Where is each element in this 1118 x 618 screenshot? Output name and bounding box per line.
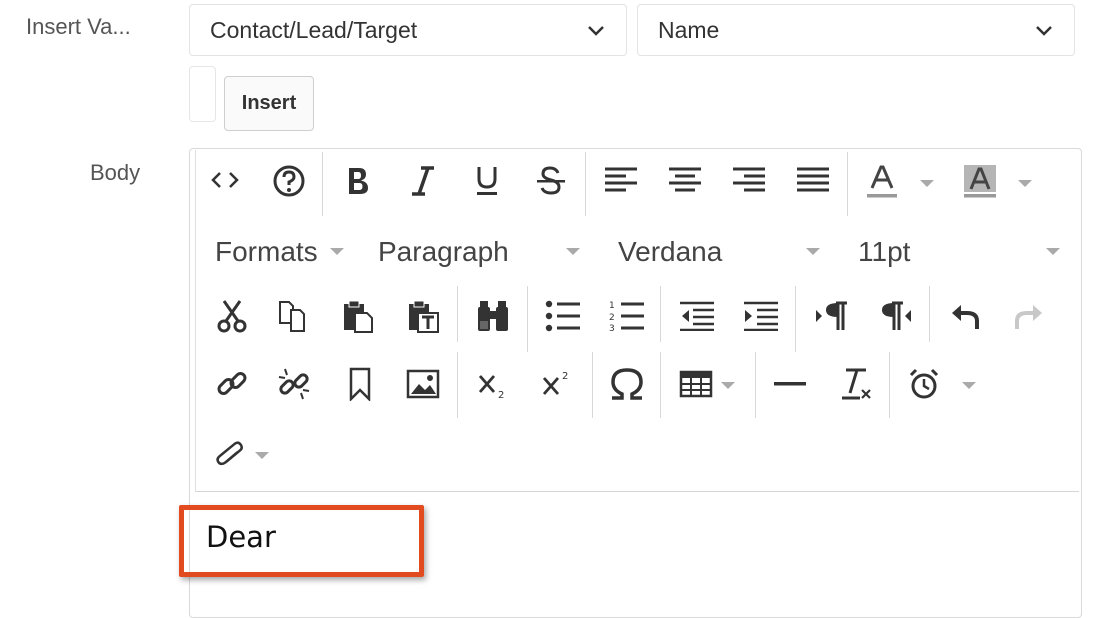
text-color-dropdown-caret[interactable] xyxy=(920,180,934,187)
numbered-list-icon[interactable]: 1 23 xyxy=(606,296,648,336)
redo-icon[interactable] xyxy=(1008,296,1050,336)
module-select[interactable]: Contact/Lead/Target xyxy=(189,4,627,56)
rtl-icon[interactable] xyxy=(874,296,916,336)
undo-icon[interactable] xyxy=(944,296,986,336)
table-icon[interactable] xyxy=(676,364,716,404)
source-code-icon[interactable] xyxy=(205,160,245,200)
link-icon[interactable] xyxy=(212,364,252,404)
paste-text-icon[interactable] xyxy=(403,296,443,336)
font-family-select[interactable]: Verdana xyxy=(618,236,722,268)
font-family-dropdown-caret[interactable] xyxy=(806,248,820,255)
toolbar-separator xyxy=(457,286,458,342)
cut-icon[interactable] xyxy=(212,296,252,336)
toolbar-separator xyxy=(847,152,848,216)
outdent-icon[interactable] xyxy=(676,296,718,336)
table-dropdown-caret[interactable] xyxy=(721,382,735,389)
highlight-annotation-box xyxy=(179,505,424,577)
insert-button[interactable]: Insert xyxy=(224,76,314,131)
toolbar-separator xyxy=(585,152,586,216)
align-center-icon[interactable] xyxy=(664,160,706,202)
toolbar-separator xyxy=(660,286,661,342)
anchor-icon[interactable] xyxy=(340,364,380,404)
remove-format-icon[interactable] xyxy=(834,364,876,404)
superscript-icon[interactable]: 2 xyxy=(536,364,578,404)
formats-dropdown-caret[interactable] xyxy=(330,248,344,255)
toolbar-separator xyxy=(755,352,756,418)
formats-menu[interactable]: Formats xyxy=(215,236,318,268)
svg-text:2: 2 xyxy=(562,371,568,382)
help-icon[interactable] xyxy=(268,160,310,202)
insert-variable-label: Insert Va... xyxy=(26,14,131,39)
svg-text:2: 2 xyxy=(498,390,504,400)
toolbar-separator xyxy=(527,286,528,352)
block-format-dropdown-caret[interactable] xyxy=(566,248,580,255)
horizontal-rule-icon[interactable] xyxy=(770,364,810,404)
toolbar-separator xyxy=(795,286,796,352)
bold-icon[interactable] xyxy=(337,160,379,202)
align-right-icon[interactable] xyxy=(728,160,770,202)
insert-time-dropdown-caret[interactable] xyxy=(962,382,976,389)
field-select[interactable]: Name xyxy=(637,4,1075,56)
copy-icon[interactable] xyxy=(274,296,314,336)
toolbar-separator xyxy=(660,352,661,418)
toolbar-separator xyxy=(929,286,930,342)
ltr-icon[interactable] xyxy=(810,296,852,336)
svg-text:1: 1 xyxy=(609,301,615,311)
special-char-icon[interactable] xyxy=(606,364,648,404)
background-color-dropdown-caret[interactable] xyxy=(1018,180,1032,187)
chevron-down-icon xyxy=(586,20,606,40)
field-select-value: Name xyxy=(658,16,720,43)
svg-text:3: 3 xyxy=(609,324,615,332)
find-replace-icon[interactable] xyxy=(472,296,514,336)
toolbar-separator xyxy=(889,352,890,418)
strikethrough-icon[interactable] xyxy=(530,160,572,202)
font-size-dropdown-caret[interactable] xyxy=(1046,248,1060,255)
body-label: Body xyxy=(90,160,141,185)
block-format-select[interactable]: Paragraph xyxy=(378,236,509,268)
image-icon[interactable] xyxy=(403,364,443,404)
italic-icon[interactable] xyxy=(402,160,444,202)
text-color-icon[interactable] xyxy=(862,160,902,204)
variable-text-field[interactable] xyxy=(189,66,216,122)
attachment-icon[interactable] xyxy=(210,434,250,474)
bullet-list-icon[interactable] xyxy=(542,296,584,336)
align-left-icon[interactable] xyxy=(600,160,642,202)
unlink-icon[interactable] xyxy=(274,364,314,404)
font-size-select[interactable]: 11pt xyxy=(858,236,910,268)
toolbar-separator xyxy=(457,352,458,418)
chevron-down-icon xyxy=(1034,20,1054,40)
svg-text:2: 2 xyxy=(609,313,615,323)
attachment-dropdown-caret[interactable] xyxy=(255,452,269,459)
align-justify-icon[interactable] xyxy=(792,160,834,202)
background-color-icon[interactable] xyxy=(960,160,1000,204)
underline-icon[interactable] xyxy=(466,160,508,202)
indent-icon[interactable] xyxy=(740,296,782,336)
subscript-icon[interactable]: 2 xyxy=(472,364,514,404)
toolbar-separator xyxy=(322,152,323,216)
insert-time-icon[interactable] xyxy=(904,364,944,404)
module-select-value: Contact/Lead/Target xyxy=(210,16,418,43)
paste-icon[interactable] xyxy=(338,296,378,336)
toolbar-separator xyxy=(592,352,593,418)
